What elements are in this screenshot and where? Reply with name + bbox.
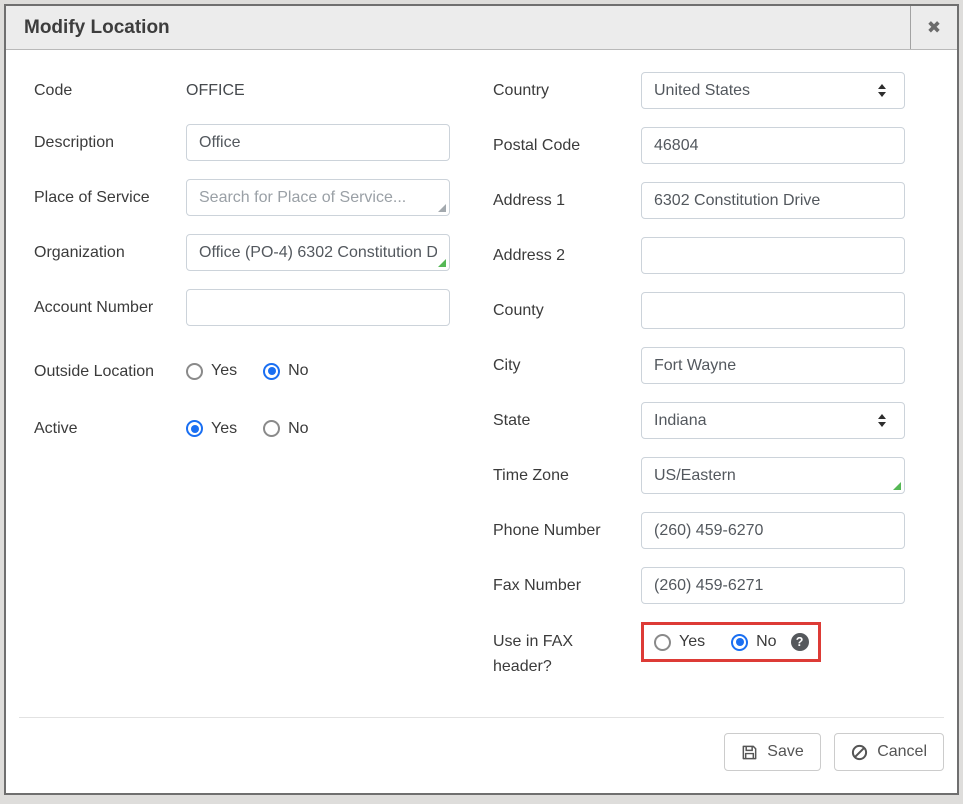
cancel-icon <box>851 744 868 761</box>
outside-location-yes-radio[interactable]: Yes <box>186 362 237 380</box>
fax-number-label: Fax Number <box>493 573 641 598</box>
code-value: OFFICE <box>186 82 450 100</box>
phone-number-row: Phone Number <box>493 512 905 549</box>
radio-icon <box>186 363 203 380</box>
postal-code-row: Postal Code <box>493 127 905 164</box>
active-radio-group: Yes No <box>186 420 450 438</box>
city-input[interactable] <box>641 347 905 384</box>
fax-number-input[interactable] <box>641 567 905 604</box>
city-row: City <box>493 347 905 384</box>
close-button[interactable]: ✖ <box>910 6 957 49</box>
description-row: Description <box>34 124 450 161</box>
phone-number-label: Phone Number <box>493 518 641 543</box>
active-no-radio[interactable]: No <box>263 420 308 438</box>
use-in-fax-header-label: Use in FAX header? <box>493 622 641 679</box>
modify-location-modal: Modify Location ✖ Code OFFICE Descriptio… <box>4 4 959 795</box>
county-row: County <box>493 292 905 329</box>
save-button[interactable]: Save <box>724 733 820 771</box>
state-label: State <box>493 408 641 433</box>
modal-footer: Save Cancel <box>19 717 944 793</box>
outside-location-no-radio[interactable]: No <box>263 362 308 380</box>
county-label: County <box>493 298 641 323</box>
country-select[interactable]: United States <box>641 72 905 109</box>
save-icon <box>741 744 758 761</box>
modal-body: Code OFFICE Description Place of Service… <box>6 50 957 717</box>
place-of-service-label: Place of Service <box>34 185 186 210</box>
state-row: State Indiana <box>493 402 905 439</box>
description-label: Description <box>34 130 186 155</box>
country-label: Country <box>493 78 641 103</box>
address2-label: Address 2 <box>493 243 641 268</box>
time-zone-input[interactable] <box>641 457 905 494</box>
account-number-label: Account Number <box>34 295 186 320</box>
phone-number-input[interactable] <box>641 512 905 549</box>
cancel-button-label: Cancel <box>877 743 927 761</box>
select-updown-icon <box>878 84 886 97</box>
use-in-fax-header-yes-radio[interactable]: Yes <box>654 633 705 651</box>
code-row: Code OFFICE <box>34 72 450 109</box>
time-zone-row: Time Zone <box>493 457 905 494</box>
address2-row: Address 2 <box>493 237 905 274</box>
city-label: City <box>493 353 641 378</box>
radio-icon <box>263 363 280 380</box>
radio-icon <box>263 420 280 437</box>
active-label: Active <box>34 416 186 441</box>
save-button-label: Save <box>767 743 803 761</box>
use-in-fax-header-row: Use in FAX header? Yes No <box>493 622 905 679</box>
radio-icon <box>186 420 203 437</box>
use-in-fax-header-no-radio[interactable]: No <box>731 633 776 651</box>
radio-icon <box>731 634 748 651</box>
organization-label: Organization <box>34 240 186 265</box>
outside-location-label: Outside Location <box>34 359 186 384</box>
county-input[interactable] <box>641 292 905 329</box>
country-row: Country United States <box>493 72 905 109</box>
address2-input[interactable] <box>641 237 905 274</box>
left-column: Code OFFICE Description Place of Service… <box>34 72 450 717</box>
close-icon: ✖ <box>927 18 941 38</box>
cancel-button[interactable]: Cancel <box>834 733 944 771</box>
time-zone-label: Time Zone <box>493 463 641 488</box>
help-icon[interactable]: ? <box>791 633 809 651</box>
postal-code-label: Postal Code <box>493 133 641 158</box>
account-number-input[interactable] <box>186 289 450 326</box>
account-number-row: Account Number <box>34 289 450 326</box>
modal-title: Modify Location <box>6 6 910 49</box>
right-column: Country United States Postal Code Addres… <box>493 72 905 717</box>
address1-row: Address 1 <box>493 182 905 219</box>
description-input[interactable] <box>186 124 450 161</box>
outside-location-row: Outside Location Yes No <box>34 346 450 396</box>
select-updown-icon <box>878 414 886 427</box>
active-yes-radio[interactable]: Yes <box>186 420 237 438</box>
organization-row: Organization <box>34 234 450 271</box>
place-of-service-input[interactable] <box>186 179 450 216</box>
fax-number-row: Fax Number <box>493 567 905 604</box>
place-of-service-row: Place of Service <box>34 179 450 216</box>
postal-code-input[interactable] <box>641 127 905 164</box>
highlight-box: Yes No ? <box>641 622 821 662</box>
outside-location-radio-group: Yes No <box>186 362 450 380</box>
address1-label: Address 1 <box>493 188 641 213</box>
radio-icon <box>654 634 671 651</box>
organization-input[interactable] <box>186 234 450 271</box>
modal-header: Modify Location ✖ <box>6 6 957 50</box>
active-row: Active Yes No <box>34 416 450 441</box>
address1-input[interactable] <box>641 182 905 219</box>
use-in-fax-header-radio-group: Yes No <box>654 633 777 651</box>
state-select[interactable]: Indiana <box>641 402 905 439</box>
code-label: Code <box>34 78 186 103</box>
